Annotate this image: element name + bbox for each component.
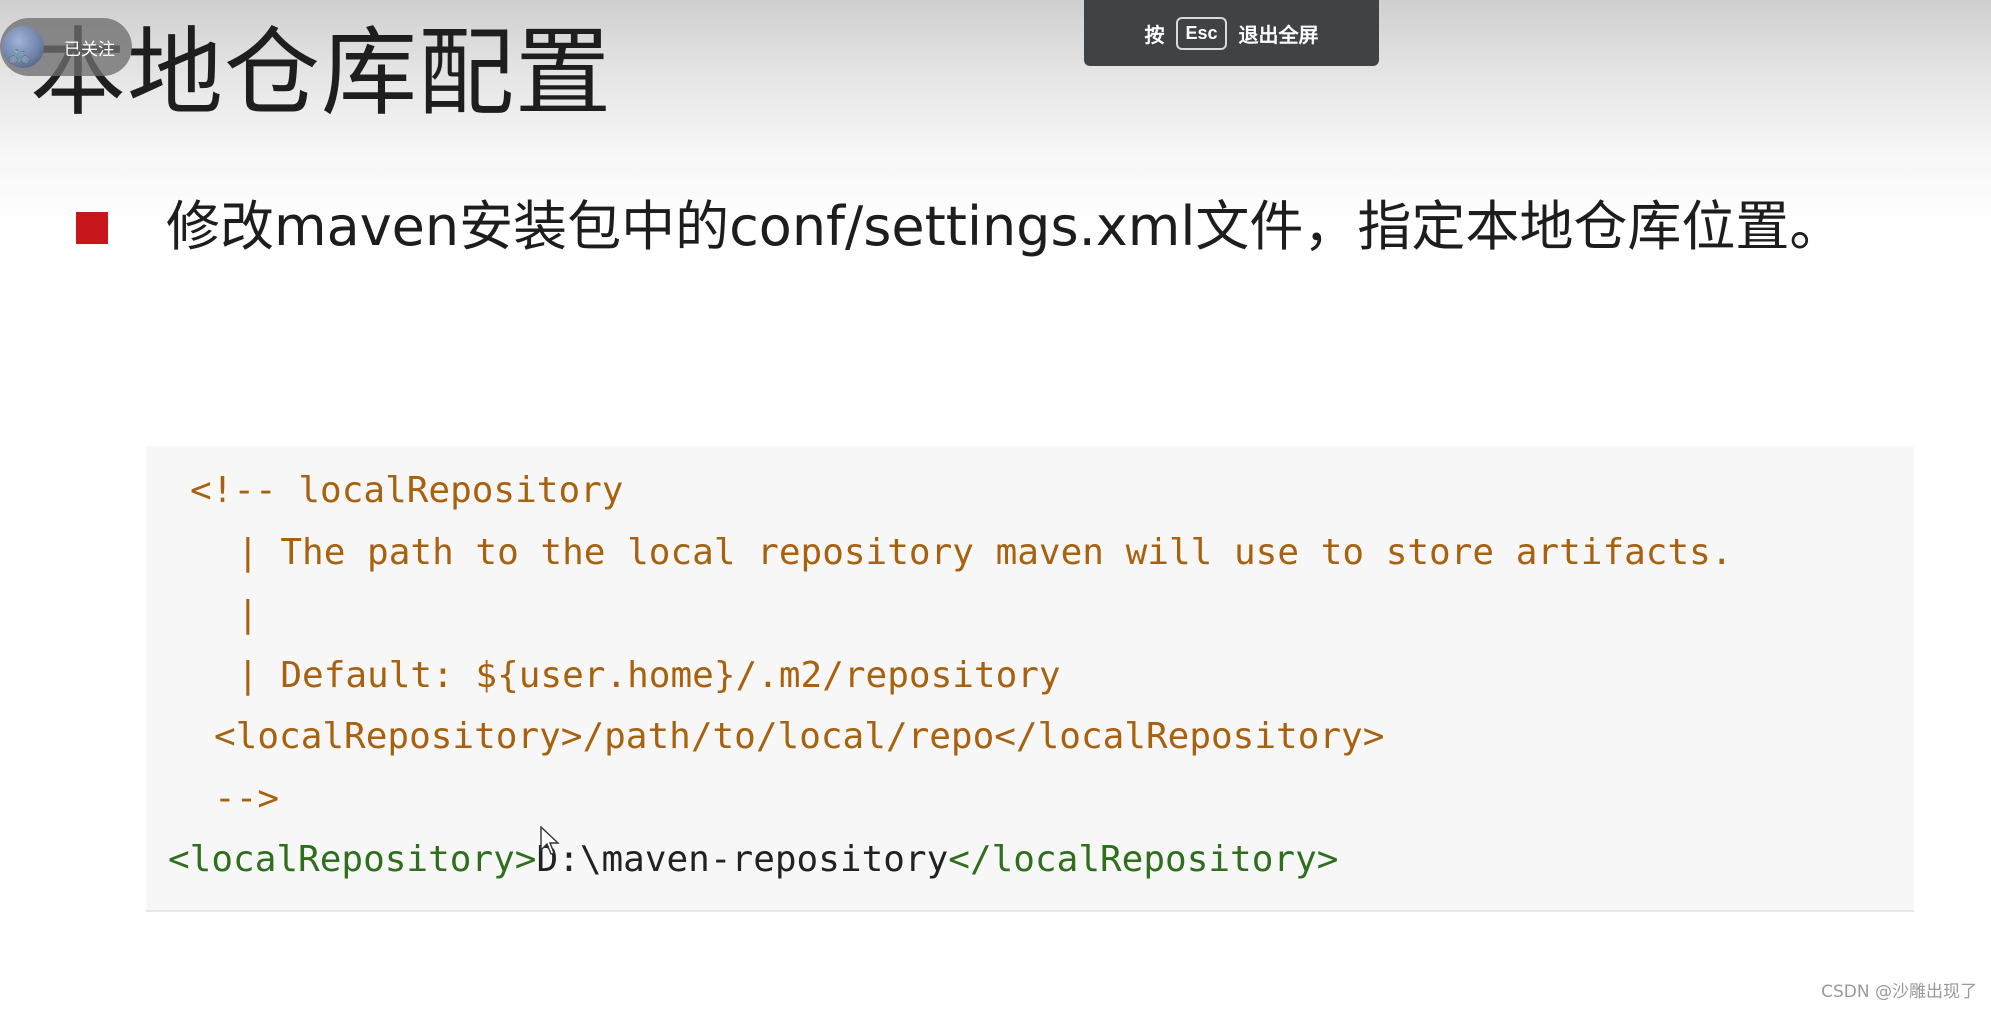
xml-tag-value: D:\maven-repository bbox=[536, 839, 949, 880]
code-line-5: <localRepository>/path/to/local/repo</lo… bbox=[214, 716, 1385, 757]
bullet-text: 修改maven安装包中的conf/settings.xml文件，指定本地仓库位置… bbox=[166, 195, 1844, 258]
esc-hint-prefix: 按 bbox=[1144, 22, 1165, 47]
code-line-7: <localRepository>D:\maven-repository</lo… bbox=[168, 838, 1338, 882]
follow-badge[interactable]: 🚲 已关注 bbox=[0, 18, 132, 76]
watermark: CSDN @沙雕出现了 bbox=[1821, 982, 1977, 1002]
avatar: 🚲 bbox=[2, 26, 44, 68]
mouse-cursor-icon bbox=[540, 826, 560, 855]
esc-hint-suffix: 退出全屏 bbox=[1238, 22, 1319, 47]
code-line-2: | The path to the local repository maven… bbox=[237, 532, 1733, 573]
exit-fullscreen-hint[interactable]: 按 Esc 退出全屏 bbox=[1084, 0, 1379, 66]
code-line-1: <!-- localRepository bbox=[190, 470, 624, 511]
bicycle-icon: 🚲 bbox=[8, 44, 31, 65]
code-line-3: | bbox=[237, 594, 259, 635]
code-line-4: | Default: ${user.home}/.m2/repository bbox=[237, 655, 1061, 696]
code-line-6: --> bbox=[214, 778, 280, 819]
xml-open-tag: <localRepository> bbox=[168, 839, 537, 880]
esc-key: Esc bbox=[1176, 16, 1227, 50]
follow-label: 已关注 bbox=[64, 39, 115, 60]
xml-close-tag: </localRepository> bbox=[948, 839, 1339, 880]
bullet-square-icon bbox=[76, 212, 108, 244]
